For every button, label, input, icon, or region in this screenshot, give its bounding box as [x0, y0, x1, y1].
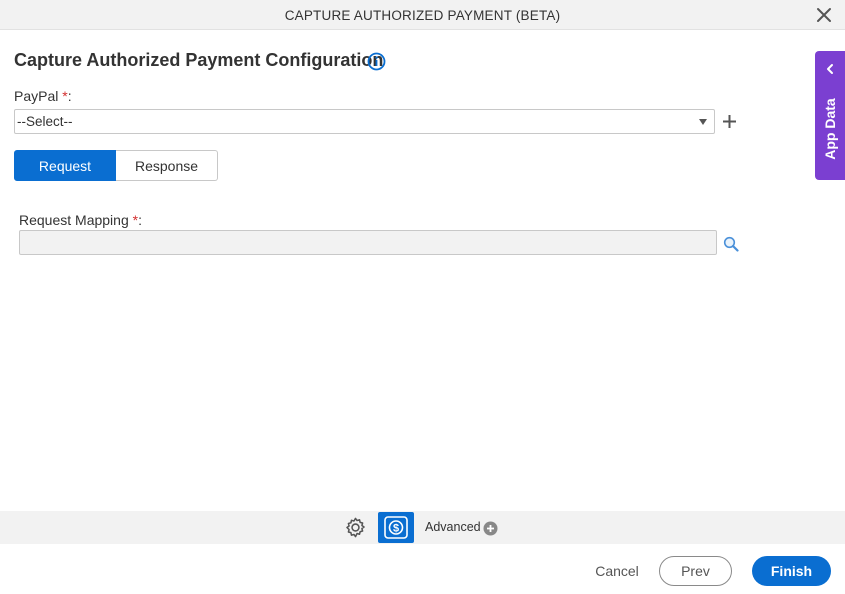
- paypal-select[interactable]: --Select--: [14, 109, 715, 134]
- gear-icon[interactable]: [344, 516, 367, 539]
- page-title: Capture Authorized Payment Configuration: [14, 50, 384, 70]
- chevron-down-icon: [699, 119, 707, 125]
- capture-payment-button[interactable]: $: [378, 512, 414, 543]
- request-response-tabs: Request Response: [14, 150, 218, 181]
- bottom-toolbar: [0, 511, 845, 544]
- search-icon[interactable]: [723, 236, 739, 252]
- app-data-label: App Data: [822, 98, 838, 160]
- label-colon: :: [138, 212, 142, 228]
- info-icon[interactable]: [367, 52, 386, 71]
- plus-circle-icon[interactable]: [483, 521, 498, 536]
- request-mapping-input[interactable]: [19, 230, 717, 255]
- dialog-title: CAPTURE AUTHORIZED PAYMENT (BETA): [284, 8, 561, 23]
- tab-request[interactable]: Request: [14, 150, 116, 181]
- finish-button[interactable]: Finish: [752, 556, 831, 586]
- label-colon: :: [67, 88, 72, 104]
- plus-icon[interactable]: [721, 113, 738, 130]
- svg-text:$: $: [393, 523, 399, 535]
- tab-response[interactable]: Response: [116, 150, 218, 181]
- app-data-panel-toggle[interactable]: App Data: [815, 51, 845, 180]
- dialog-title-bar: CAPTURE AUTHORIZED PAYMENT (BETA): [0, 0, 845, 30]
- payment-icon: $: [384, 516, 408, 539]
- chevron-left-icon: [827, 64, 833, 74]
- close-icon[interactable]: [815, 6, 833, 24]
- paypal-label: PayPal *:: [14, 88, 72, 104]
- cancel-button[interactable]: Cancel: [586, 556, 648, 586]
- paypal-select-value: --Select--: [17, 114, 73, 129]
- advanced-label[interactable]: Advanced: [425, 520, 481, 534]
- request-mapping-label-text: Request Mapping: [19, 212, 129, 228]
- paypal-label-text: PayPal: [14, 88, 59, 104]
- prev-button[interactable]: Prev: [659, 556, 732, 586]
- request-mapping-label: Request Mapping *:: [19, 212, 142, 228]
